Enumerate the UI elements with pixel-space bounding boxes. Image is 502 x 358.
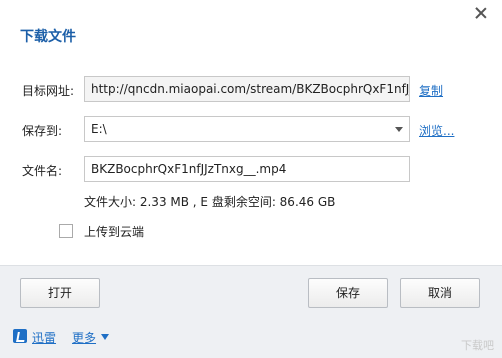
chevron-down-icon[interactable] xyxy=(101,334,109,340)
browse-link[interactable]: 浏览... xyxy=(419,122,454,139)
save-location-dropdown[interactable]: E:\ xyxy=(84,116,410,142)
save-button[interactable]: 保存 xyxy=(308,278,388,308)
more-link[interactable]: 更多 xyxy=(72,329,96,346)
close-icon[interactable] xyxy=(474,6,488,20)
title-bar: 下载文件 xyxy=(0,0,502,60)
xunlei-logo-icon[interactable] xyxy=(13,329,27,343)
xunlei-link[interactable]: 迅雷 xyxy=(32,329,56,346)
upload-cloud-label[interactable]: 上传到云端 xyxy=(84,223,144,240)
url-label: 目标网址: xyxy=(22,84,75,98)
upload-cloud-checkbox[interactable] xyxy=(59,224,73,238)
save-location-value: E:\ xyxy=(91,122,107,136)
filename-input[interactable]: BKZBocphrQxF1nfJJzTnxg__.mp4 xyxy=(84,156,410,182)
filename-label: 文件名: xyxy=(22,164,63,178)
chevron-down-icon[interactable] xyxy=(395,127,403,132)
watermark: 下载吧 xyxy=(461,339,494,352)
copy-link[interactable]: 复制 xyxy=(419,82,443,99)
save-location-label: 保存到: xyxy=(22,124,63,138)
url-field[interactable]: http://qncdn.miaopai.com/stream/BKZBocph… xyxy=(84,76,410,102)
cancel-button[interactable]: 取消 xyxy=(400,278,480,308)
dialog-title: 下载文件 xyxy=(20,29,76,45)
file-size-info: 文件大小: 2.33 MB , E 盘剩余空间: 86.46 GB xyxy=(84,195,336,209)
open-button[interactable]: 打开 xyxy=(20,278,100,308)
